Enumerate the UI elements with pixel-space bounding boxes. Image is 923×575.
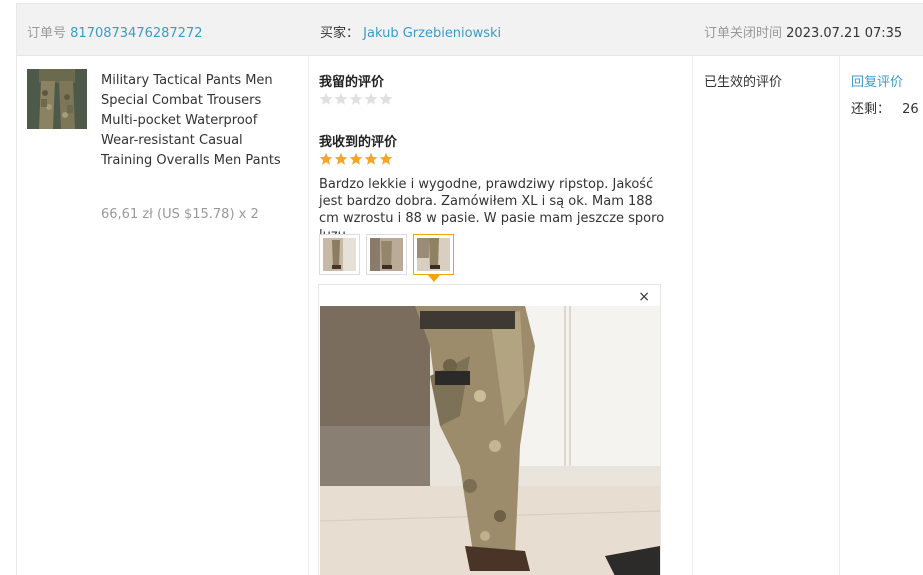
photo-thumbnail-image [323,238,356,271]
close-time-label: 订单关闭时间 [704,26,783,41]
star-empty-icon [349,92,363,105]
product-image [27,69,87,129]
star-filled-icon [349,152,363,165]
order-header: 订单号 8170873476287272 买家： Jakub Grzebieni… [17,4,923,56]
received-review-stars [319,152,393,166]
product-thumbnail[interactable] [27,69,87,129]
star-filled-icon [334,152,348,165]
order-number-link[interactable]: 8170873476287272 [70,26,202,41]
buyer-group: 买家： Jakub Grzebieniowski [320,22,501,41]
photo-thumbnail-image [370,238,403,271]
remaining-label: 还剩： [851,102,891,117]
order-number-group: 订单号 8170873476287272 [27,22,203,41]
order-number-label: 订单号 [27,26,67,41]
column-divider [692,56,693,575]
star-empty-icon [334,92,348,105]
star-filled-icon [379,152,393,165]
my-review-stars [319,92,393,106]
review-photo-thumb[interactable] [366,234,407,275]
star-filled-icon [364,152,378,165]
close-time-value: 2023.07.21 07:35 [786,26,903,41]
buyer-label: 买家： [320,26,360,41]
photo-viewer: × [318,284,661,575]
close-icon[interactable]: × [638,289,650,305]
star-empty-icon [364,92,378,105]
review-photo-large [320,306,660,575]
close-time-group: 订单关闭时间 2023.07.21 07:35 [704,22,902,41]
my-review-title: 我留的评价 [319,75,385,90]
review-photo-thumb[interactable] [319,234,360,275]
product-title[interactable]: Military Tactical Pants Men Special Comb… [101,71,281,171]
reply-review-link[interactable]: 回复评价 [851,71,903,90]
review-photo-thumb-selected[interactable] [413,234,454,275]
buyer-name-link[interactable]: Jakub Grzebieniowski [363,26,501,41]
review-status: 已生效的评价 [704,75,783,90]
column-divider [839,56,840,575]
star-empty-icon [379,92,393,105]
product-price: 66,61 zł (US $15.78) x 2 [101,207,259,222]
selected-photo-pointer [428,275,440,282]
review-photo-strip [319,234,454,275]
photo-thumbnail-image [417,238,450,271]
time-remaining: 还剩： 26 天 [851,98,923,117]
star-filled-icon [319,152,333,165]
review-photo-image [320,306,660,575]
star-empty-icon [319,92,333,105]
received-review-title: 我收到的评价 [319,135,398,150]
remaining-value: 26 天 [902,102,923,117]
order-card: 订单号 8170873476287272 买家： Jakub Grzebieni… [16,3,923,575]
column-divider [308,56,309,575]
